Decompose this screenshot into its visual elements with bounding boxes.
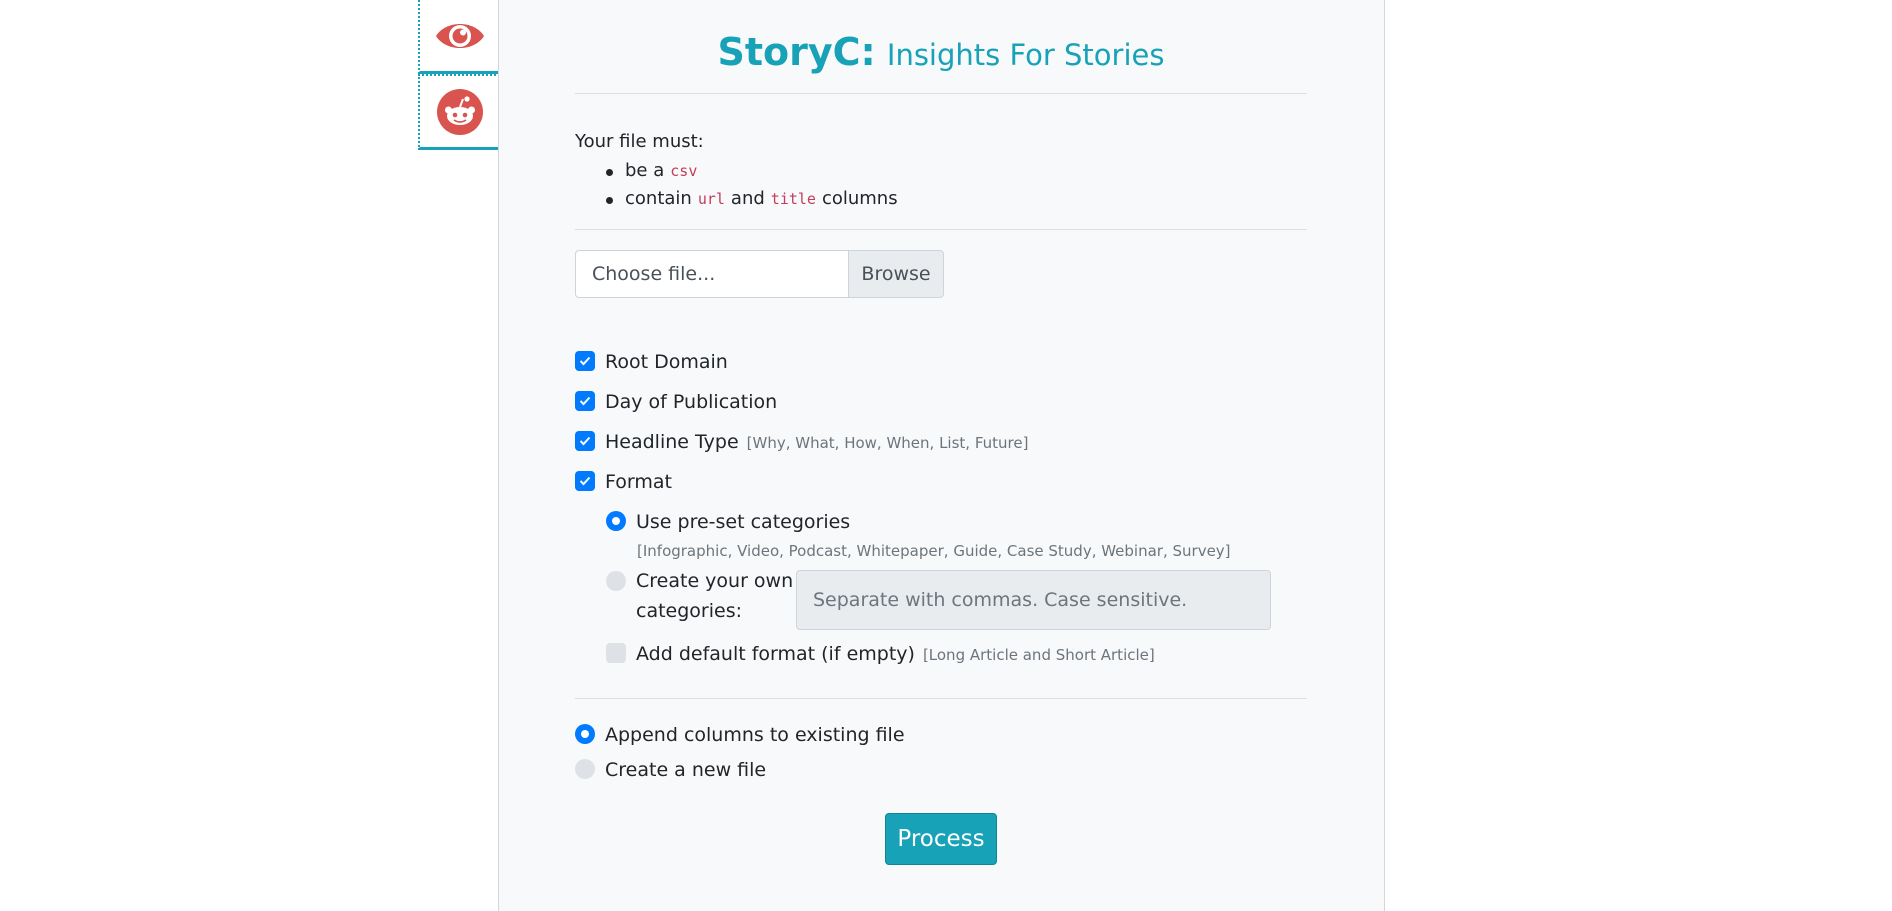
file-input[interactable]: Choose file... — [575, 250, 848, 298]
content: StoryC: Insights For Stories Your file m… — [575, 0, 1307, 865]
list-item: contain url and title columns — [606, 185, 1307, 213]
requirement-text: be a — [625, 160, 665, 181]
file-picker: Choose file... Browse — [575, 250, 1307, 298]
requirement-text: columns — [821, 188, 898, 209]
radio-own-categories[interactable] — [606, 571, 626, 591]
output-options: Append columns to existing file Create a… — [575, 723, 1307, 793]
process-row: Process — [575, 813, 1307, 865]
radio-append-columns[interactable] — [575, 724, 595, 744]
reddit-icon — [437, 88, 483, 135]
option-preset-categories[interactable]: Use pre-set categories — [606, 510, 1307, 550]
checkbox-day-of-publication[interactable] — [575, 391, 595, 411]
check-icon — [579, 436, 591, 446]
option-day-of-publication[interactable]: Day of Publication — [575, 390, 1307, 430]
option-label: Format — [605, 471, 672, 493]
option-label: Create your own categories: — [636, 570, 794, 622]
tab-reddit[interactable] — [418, 74, 500, 150]
option-append-columns[interactable]: Append columns to existing file — [575, 723, 1307, 758]
option-default-format[interactable]: Add default format (if empty) [Long Arti… — [606, 642, 1307, 682]
code-csv: csv — [670, 162, 698, 180]
check-icon — [579, 356, 591, 366]
check-icon — [579, 396, 591, 406]
page-title: StoryC: Insights For Stories — [575, 28, 1307, 76]
divider — [575, 229, 1307, 230]
checkbox-default-format[interactable] — [606, 643, 626, 663]
format-options: Use pre-set categories [Infographic, Vid… — [606, 510, 1307, 682]
divider — [575, 93, 1307, 94]
option-label: Use pre-set categories — [636, 511, 851, 533]
requirement-text: contain — [625, 188, 692, 209]
brand-name: StoryC: — [717, 30, 876, 74]
requirement-text: and — [730, 188, 765, 209]
browse-button[interactable]: Browse — [848, 250, 944, 298]
checkbox-format[interactable] — [575, 471, 595, 491]
option-hint: [Why, What, How, When, List, Future] — [746, 434, 1029, 452]
column-options: Root Domain Day of Publication Headline … — [575, 350, 1307, 682]
check-icon — [579, 476, 591, 486]
code-title: title — [770, 190, 816, 208]
option-hint: [Long Article and Short Article] — [922, 646, 1155, 664]
radio-preset-categories[interactable] — [606, 511, 626, 531]
side-tabs — [418, 0, 500, 150]
option-label: Headline Type — [605, 431, 739, 453]
option-new-file[interactable]: Create a new file — [575, 758, 1307, 793]
divider — [575, 698, 1307, 699]
option-format[interactable]: Format — [575, 470, 1307, 510]
tab-eye[interactable] — [418, 0, 500, 74]
code-url: url — [697, 190, 725, 208]
list-item: be a csv — [606, 157, 1307, 185]
option-own-categories: Create your own categories: Separate wit… — [606, 570, 1307, 642]
brand-subtitle: Insights For Stories — [886, 38, 1165, 72]
checkbox-headline-type[interactable] — [575, 431, 595, 451]
file-requirements: Your file must: be a csv contain url and tit… — [575, 130, 1307, 213]
requirements-intro: Your file must: — [575, 131, 704, 152]
own-categories-input[interactable]: Separate with commas. Case sensitive. — [796, 570, 1271, 630]
option-headline-type[interactable]: Headline Type [Why, What, How, When, Lis… — [575, 430, 1307, 470]
requirements-list: be a csv contain url and title columns — [606, 157, 1307, 213]
option-label: Root Domain — [605, 351, 728, 373]
option-label: Append columns to existing file — [605, 724, 905, 746]
eye-icon — [436, 23, 484, 48]
radio-new-file[interactable] — [575, 759, 595, 779]
option-label: Add default format (if empty) — [636, 643, 915, 665]
option-label: Create a new file — [605, 759, 767, 781]
process-button[interactable]: Process — [885, 813, 997, 865]
main-panel: StoryC: Insights For Stories Your file m… — [498, 0, 1385, 911]
option-root-domain[interactable]: Root Domain — [575, 350, 1307, 390]
checkbox-root-domain[interactable] — [575, 351, 595, 371]
option-label: Day of Publication — [605, 391, 778, 413]
